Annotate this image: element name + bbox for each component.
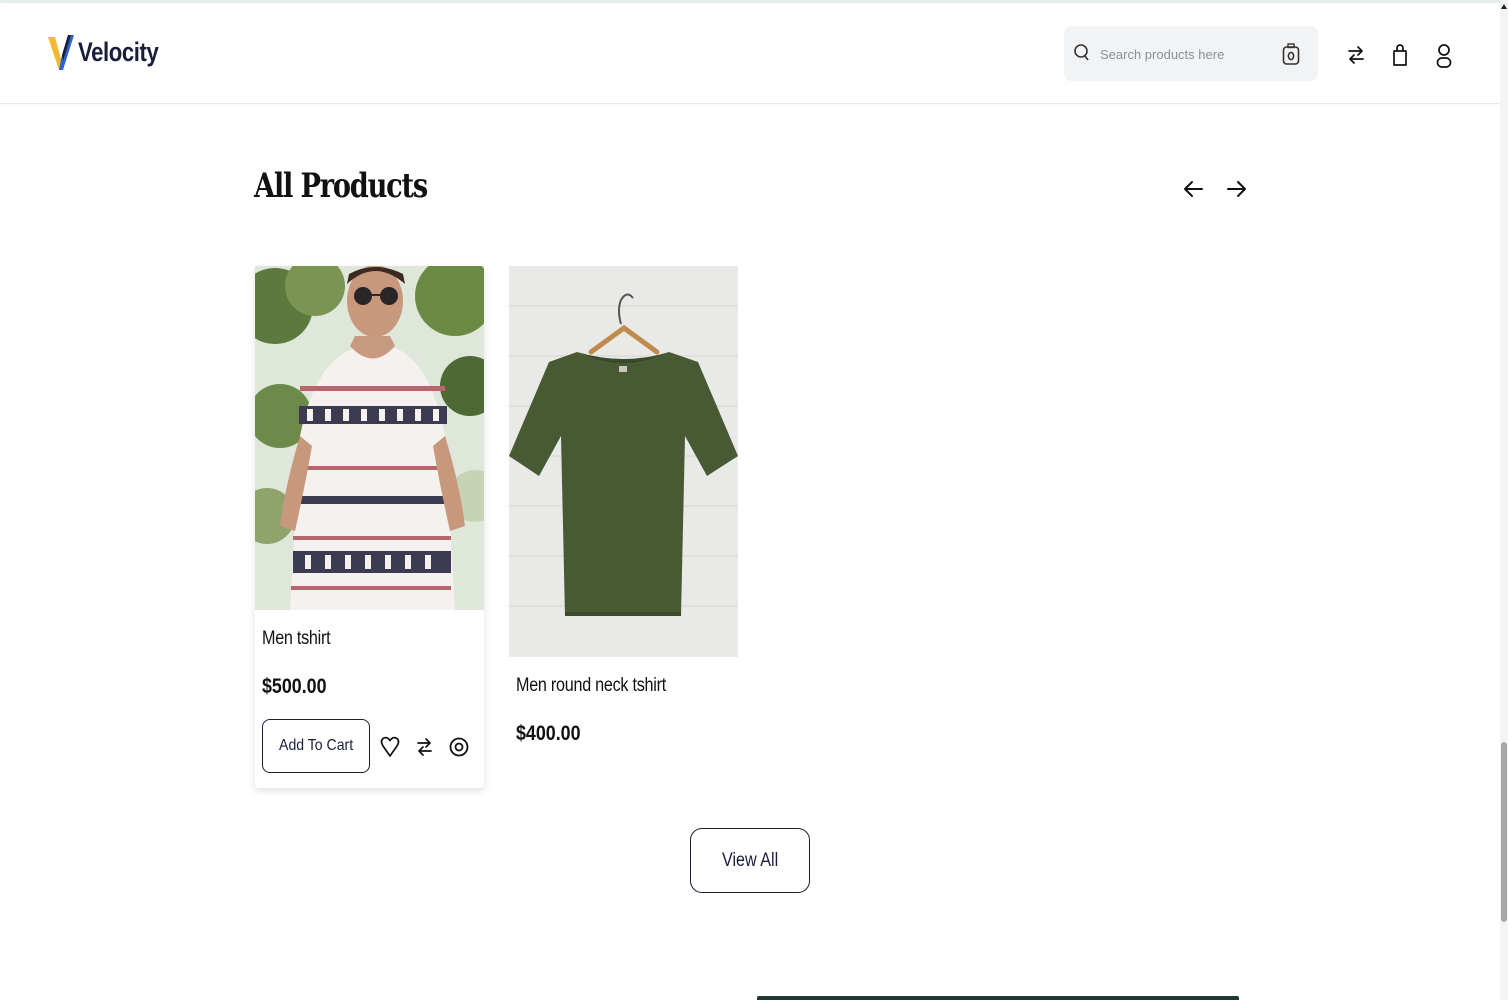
add-to-cart-button[interactable]: Add To Cart [262, 719, 370, 773]
add-to-cart-label: Add To Cart [278, 737, 354, 754]
velocity-logo-icon [48, 35, 74, 70]
compare-icon[interactable] [1346, 43, 1366, 67]
user-icon[interactable] [1434, 43, 1454, 69]
camera-icon[interactable] [1282, 43, 1300, 65]
product-photo-men-round-neck-tshirt [509, 266, 738, 657]
scrollbar-thumb[interactable] [1501, 742, 1507, 922]
brand-logo[interactable]: Velocity [48, 33, 176, 71]
product-image[interactable] [509, 266, 738, 657]
quick-view-icon[interactable] [448, 736, 470, 758]
compare-icon[interactable] [415, 736, 435, 758]
site-header: Velocity [0, 3, 1500, 104]
arrow-right-icon[interactable] [1226, 178, 1248, 200]
product-name[interactable]: Men round neck tshirt [516, 675, 666, 697]
product-image[interactable] [255, 266, 484, 610]
search-icon[interactable] [1074, 43, 1090, 63]
section-title: All Products [254, 166, 428, 206]
cart-icon[interactable] [1390, 43, 1410, 67]
product-price: $400.00 [516, 722, 581, 745]
product-name[interactable]: Men tshirt [262, 628, 331, 650]
search-input[interactable] [1098, 38, 1282, 70]
brand-name: Velocity [78, 36, 159, 67]
heart-icon[interactable] [380, 736, 400, 758]
view-all-button[interactable]: View All [690, 828, 810, 893]
footer-accent-bar [757, 996, 1239, 1000]
search-bar[interactable] [1064, 26, 1318, 81]
arrow-left-icon[interactable] [1182, 178, 1204, 200]
scroll-up-arrow-icon[interactable] [1501, 4, 1507, 9]
product-card[interactable]: Men round neck tshirt $400.00 [509, 266, 738, 766]
product-price: $500.00 [262, 675, 327, 698]
product-photo-men-tshirt [255, 266, 484, 610]
view-all-label: View All [721, 849, 779, 871]
product-card[interactable]: Men tshirt $500.00 Add To Cart [255, 266, 484, 788]
